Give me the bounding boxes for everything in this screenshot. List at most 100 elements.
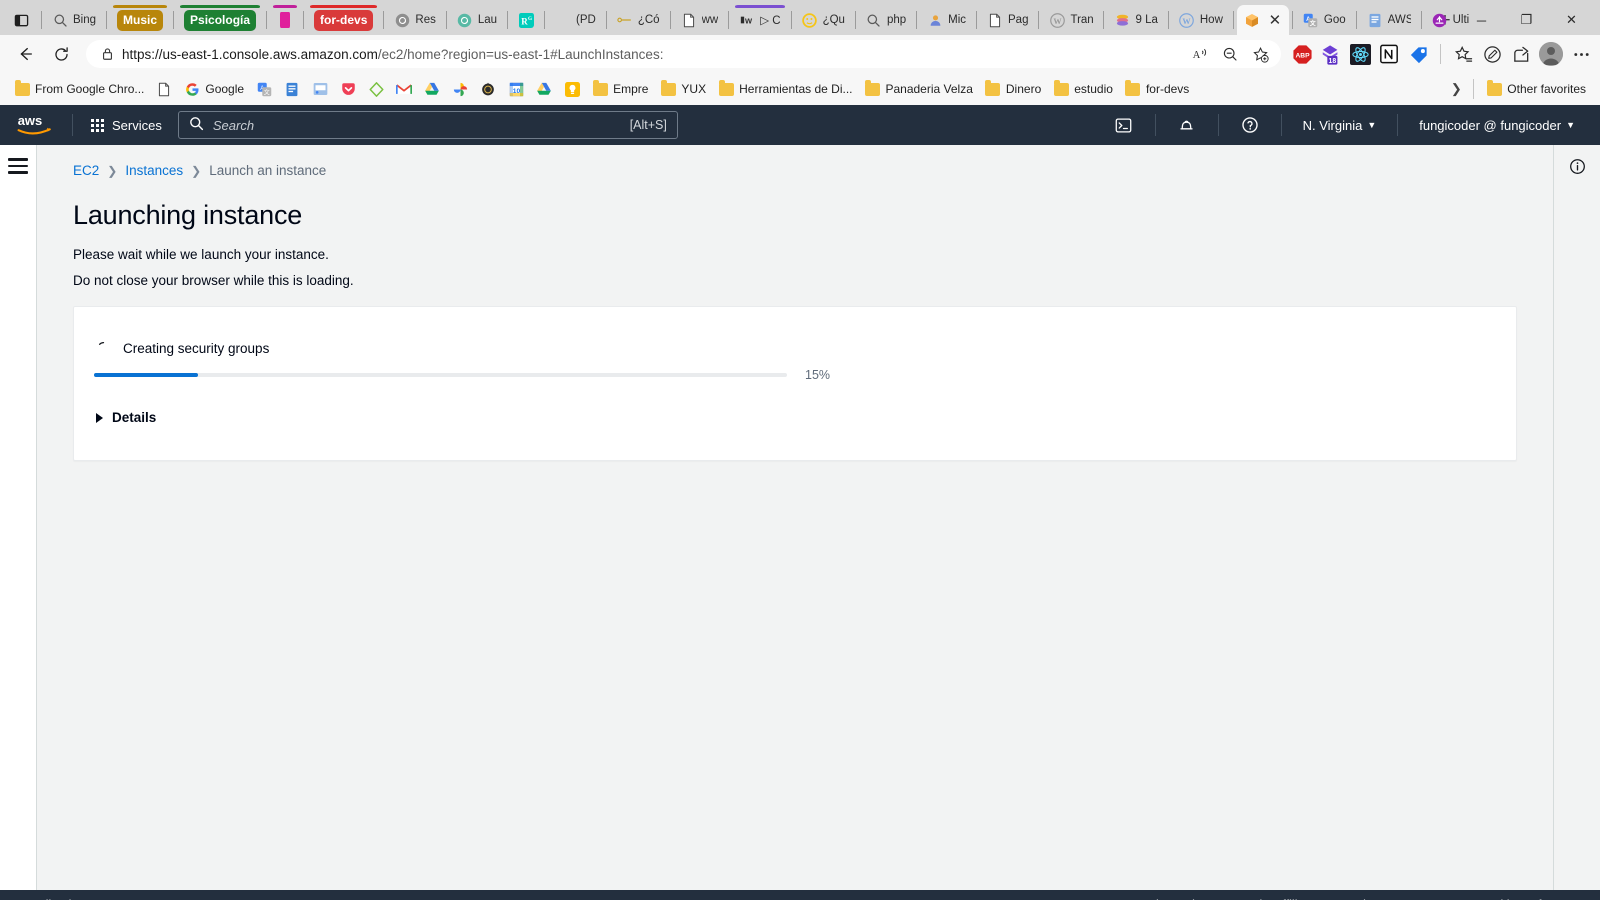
bookmark-item[interactable] (446, 78, 474, 100)
browser-tab[interactable]: Pag (980, 5, 1035, 35)
bookmark-item[interactable]: Dinero (979, 78, 1047, 100)
address-bar[interactable]: https://us-east-1.console.aws.amazon.com… (86, 40, 1281, 68)
share-icon[interactable] (1510, 43, 1532, 65)
tab-actions-icon[interactable] (4, 5, 38, 35)
details-expander[interactable]: Details (94, 410, 1496, 425)
notion-extension-icon[interactable] (1378, 43, 1400, 65)
breadcrumb-item-instances[interactable]: Instances (125, 163, 183, 178)
bookmark-item[interactable]: Panaderia Velza (858, 78, 978, 100)
read-aloud-icon[interactable]: A (1187, 41, 1213, 67)
breadcrumb-separator: ❯ (191, 163, 202, 178)
breadcrumb-item-current: Launch an instance (209, 163, 327, 178)
progress-card: Creating security groups 15% Details (73, 306, 1517, 461)
close-icon[interactable]: ✕ (1265, 10, 1285, 30)
browser-tab[interactable]: A文 Goo (1296, 5, 1353, 35)
main-content: EC2 ❯ Instances ❯ Launch an instance Lau… (37, 145, 1553, 890)
browser-tab[interactable]: Bing (45, 5, 103, 35)
breadcrumb-item-ec2[interactable]: EC2 (73, 163, 99, 178)
browser-tab[interactable]: W ▷ C (732, 5, 787, 35)
back-button[interactable] (8, 39, 42, 69)
bookmark-label: Herramientas de Di... (739, 82, 853, 96)
region-selector[interactable]: N. Virginia ▼ (1292, 112, 1388, 139)
browser-tab[interactable]: Ulti (1425, 5, 1477, 35)
react-devtools-extension-icon[interactable] (1349, 43, 1371, 65)
add-favorite-icon[interactable] (1247, 41, 1273, 67)
collections-icon[interactable] (1452, 43, 1474, 65)
browser-tab[interactable]: W How (1172, 5, 1230, 35)
cloudshell-button[interactable] (1103, 109, 1145, 141)
header-divider (72, 114, 73, 136)
bookmark-item[interactable]: Herramientas de Di... (712, 78, 858, 100)
bookmark-item[interactable] (418, 78, 446, 100)
bookmark-item[interactable]: Empre (586, 78, 654, 100)
search-placeholder: Search (212, 117, 255, 133)
browser-tab[interactable]: Mic (920, 5, 973, 35)
browser-tab[interactable]: (PD (548, 5, 603, 35)
browser-tab[interactable]: ¿Qu (795, 5, 852, 35)
info-circle-icon[interactable] (1569, 158, 1586, 890)
browser-tab[interactable]: Lau (450, 5, 504, 35)
aws-logo[interactable]: aws (16, 112, 54, 138)
browser-essentials-icon[interactable] (1481, 43, 1503, 65)
browser-tab[interactable]: ww (674, 5, 726, 35)
bookmark-item[interactable]: for-devs (1119, 78, 1195, 100)
stack-icon (1114, 12, 1130, 28)
tab-title: AWS (1387, 14, 1411, 26)
window-close-button[interactable]: ✕ (1549, 5, 1594, 36)
bookmark-item[interactable] (150, 78, 178, 100)
browser-tab[interactable]: ✕ (1236, 5, 1289, 35)
window-maximize-button[interactable]: ❐ (1504, 5, 1549, 36)
profile-avatar[interactable] (1539, 42, 1563, 66)
bookmark-item[interactable]: From Google Chro... (8, 78, 150, 100)
bookmark-item[interactable]: A文 (250, 78, 278, 100)
ultimate-purple-icon (1432, 12, 1448, 28)
bookmark-item[interactable] (530, 78, 558, 100)
svg-text:aws: aws (18, 113, 42, 128)
bookmark-item[interactable] (558, 78, 586, 100)
bookmarks-right-group: ❯ Other favorites (1445, 78, 1592, 100)
adblock-plus-extension-icon[interactable]: ABP (1291, 43, 1313, 65)
reload-button[interactable] (44, 39, 78, 69)
svg-text:W: W (1053, 16, 1062, 25)
bookmark-item[interactable] (474, 78, 502, 100)
hamburger-menu-icon[interactable] (8, 158, 28, 890)
tab-title: Ulti (1452, 14, 1470, 26)
browser-tab[interactable]: php (859, 5, 913, 35)
svg-text:ABP: ABP (1295, 52, 1310, 59)
bookmark-other-favorites[interactable]: Other favorites (1480, 78, 1592, 100)
browser-tab[interactable]: RG (511, 5, 541, 35)
notifications-button[interactable] (1166, 109, 1208, 141)
bookmark-item[interactable] (390, 78, 418, 100)
bookmark-item[interactable] (362, 78, 390, 100)
folder-icon (1125, 79, 1141, 97)
browser-tab[interactable]: ¿Có (610, 5, 667, 35)
browser-tab[interactable]: W Tran (1042, 5, 1100, 35)
bookmark-item[interactable]: 10 (502, 78, 530, 100)
chevron-right-icon[interactable]: ❯ (1445, 78, 1467, 100)
bookmark-item[interactable] (334, 78, 362, 100)
header-divider (1280, 114, 1282, 136)
tab-divider (1355, 11, 1357, 29)
docs-icon (1367, 12, 1383, 28)
account-menu[interactable]: fungicoder @ fungicoder ▼ (1408, 112, 1586, 139)
bookmark-item[interactable]: YUX (654, 78, 712, 100)
notifications-bell-icon (1177, 115, 1197, 135)
browser-tab[interactable]: 9 La (1107, 5, 1164, 35)
services-menu-button[interactable]: Services (83, 113, 170, 138)
browser-tab[interactable] (270, 5, 300, 35)
browser-tab[interactable]: Res (387, 5, 442, 35)
zoom-out-icon[interactable] (1217, 41, 1243, 67)
aws-search-input[interactable]: Search [Alt+S] (177, 111, 678, 139)
settings-more-icon[interactable] (1570, 43, 1592, 65)
purple-extension-icon[interactable]: 18 (1320, 43, 1342, 65)
browser-tab[interactable]: Psicología (177, 5, 263, 35)
browser-tab[interactable]: for-devs (307, 5, 380, 35)
bookmark-item[interactable] (278, 78, 306, 100)
tag-extension-icon[interactable] (1407, 43, 1429, 65)
bookmark-item[interactable]: Google (178, 78, 250, 100)
browser-tab[interactable]: AWS (1360, 5, 1418, 35)
help-button[interactable] (1229, 109, 1271, 141)
bookmark-item[interactable] (306, 78, 334, 100)
browser-tab[interactable]: Music (110, 5, 170, 35)
bookmark-item[interactable]: estudio (1047, 78, 1119, 100)
